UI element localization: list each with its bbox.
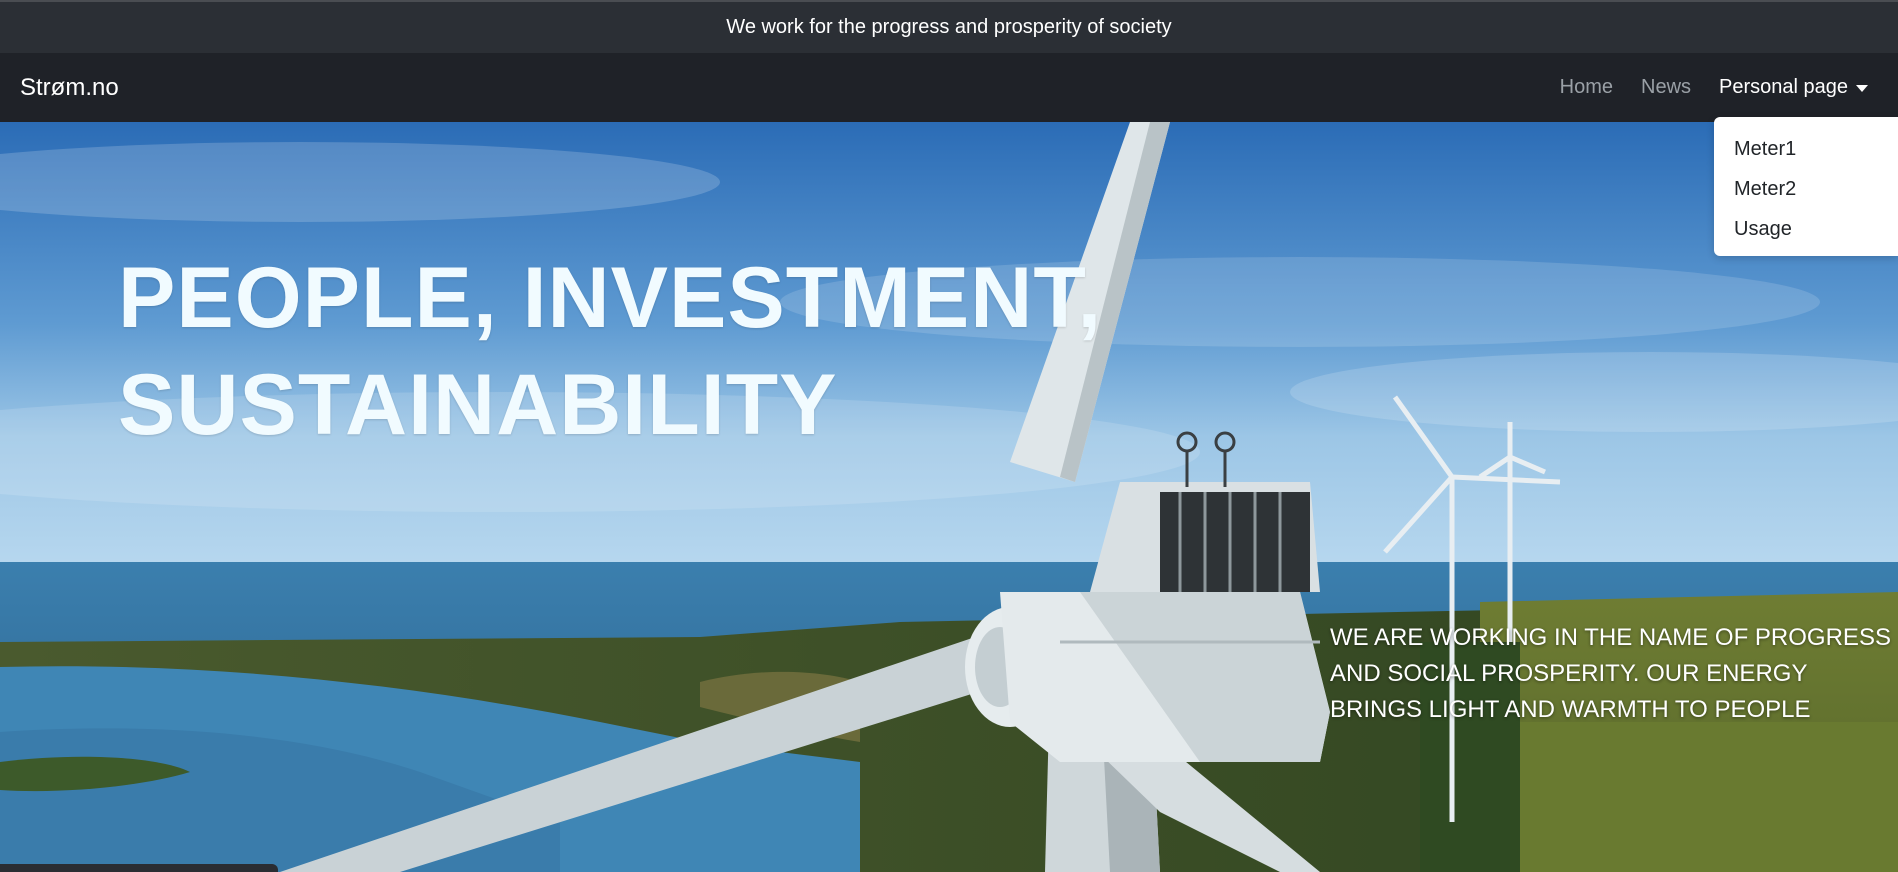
nav-home-link[interactable]: Home <box>1560 76 1613 99</box>
nav-personal-label: Personal page <box>1719 76 1848 98</box>
nav-personal-dropdown-toggle[interactable]: Personal page <box>1719 76 1868 99</box>
hero-subtext: WE ARE WORKING IN THE NAME OF PROGRESS A… <box>1330 620 1898 728</box>
dropdown-item-usage[interactable]: Usage <box>1714 209 1898 249</box>
brand-logo[interactable]: Strøm.no <box>20 74 119 102</box>
hero-subtext-line1: WE ARE WORKING IN THE NAME OF PROGRESS <box>1330 624 1891 651</box>
dropdown-item-meter1[interactable]: Meter1 <box>1714 129 1898 169</box>
caret-down-icon <box>1856 85 1868 92</box>
hero-subtext-line3: BRINGS LIGHT AND WARMTH TO PEOPLE <box>1330 696 1811 723</box>
hero-headline-line2: SUSTAINABILITY <box>118 357 838 453</box>
hero-background-image <box>0 122 1898 872</box>
hero-subtext-line2: AND SOCIAL PROSPERITY. OUR ENERGY <box>1330 660 1808 687</box>
dropdown-item-meter2[interactable]: Meter2 <box>1714 169 1898 209</box>
bottom-bar-fragment <box>0 864 278 872</box>
main-navbar: Strøm.no Home News Personal page <box>0 53 1898 122</box>
hero-headline-line1: PEOPLE, INVESTMENT, <box>118 250 1103 346</box>
announcement-text: We work for the progress and prosperity … <box>726 16 1172 38</box>
nav-news-link[interactable]: News <box>1641 76 1691 99</box>
hero-headline: PEOPLE, INVESTMENT, SUSTAINABILITY <box>118 245 1102 459</box>
personal-page-dropdown-menu: Meter1 Meter2 Usage <box>1714 117 1898 256</box>
nav-links: Home News Personal page <box>1560 76 1878 99</box>
announcement-bar: We work for the progress and prosperity … <box>0 0 1898 53</box>
hero-banner: PEOPLE, INVESTMENT, SUSTAINABILITY WE AR… <box>0 122 1898 872</box>
